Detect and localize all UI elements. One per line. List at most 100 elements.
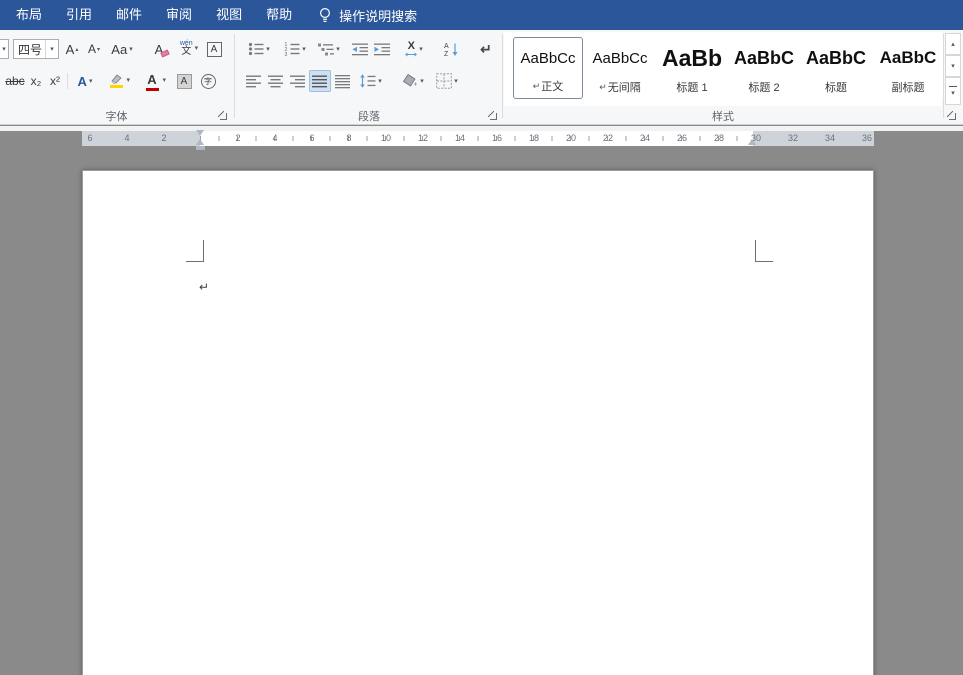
tab-layout[interactable]: 布局: [4, 0, 54, 30]
svg-text:3: 3: [285, 52, 288, 57]
ruler-left-margin: [82, 131, 200, 146]
chevron-down-icon: ▾: [266, 46, 270, 53]
subscript-button[interactable]: x₂: [27, 70, 45, 92]
word-window: 布局 引用 邮件 审阅 视图 帮助 操作说明搜索 ▾ 四号 ▾: [0, 0, 963, 675]
show-hide-marks-button[interactable]: ↵: [476, 38, 496, 60]
paragraph-group-label: 段落: [236, 108, 502, 124]
distribute-button[interactable]: [333, 70, 353, 92]
clear-formatting-button[interactable]: A: [148, 38, 170, 60]
paragraph-mark-icon: ↵: [599, 82, 607, 93]
change-case-button[interactable]: Aa ▾: [106, 38, 138, 60]
tell-me-search[interactable]: 操作说明搜索: [318, 6, 417, 25]
style-heading-1[interactable]: AaBb 标题 1: [657, 37, 727, 99]
align-right-icon: [290, 73, 306, 89]
justify-button[interactable]: [309, 70, 331, 92]
right-indent-marker[interactable]: [748, 139, 756, 145]
style-title[interactable]: AaBbC 标题: [801, 37, 871, 99]
justify-icon: [312, 73, 328, 89]
left-indent-marker[interactable]: [196, 146, 205, 150]
multilevel-list-button[interactable]: ▾: [314, 38, 344, 60]
character-shading-button[interactable]: A: [174, 70, 194, 92]
chevron-down-icon: ▾: [129, 46, 133, 53]
bullets-button[interactable]: ▾: [244, 38, 274, 60]
styles-dialog-launcher[interactable]: [946, 110, 957, 121]
chevron-down-icon: ▾: [45, 40, 58, 58]
highlighter-pen-icon: [109, 74, 123, 84]
tab-mailings[interactable]: 邮件: [104, 0, 154, 30]
character-border-button[interactable]: A: [204, 38, 224, 60]
shading-button[interactable]: ▾: [398, 70, 428, 92]
tab-references[interactable]: 引用: [54, 0, 104, 30]
highlight-color-button[interactable]: ▾: [102, 70, 130, 92]
lightbulb-icon: [318, 7, 332, 24]
ruler-number: 28: [711, 133, 727, 143]
ruler-number: 16: [489, 133, 505, 143]
decrease-indent-button[interactable]: [350, 38, 370, 60]
font-size-combo[interactable]: 四号 ▾: [13, 39, 59, 59]
font-name-combo-partial[interactable]: ▾: [0, 39, 9, 59]
group-separator: [234, 34, 235, 118]
tab-help[interactable]: 帮助: [254, 0, 304, 30]
font-color-button[interactable]: A ▾: [138, 70, 166, 92]
ruler-number: 4: [119, 133, 135, 143]
styles-scroll-up-button[interactable]: ▴: [945, 33, 961, 55]
phonetic-guide-button[interactable]: wén 文 ▾: [176, 37, 202, 59]
ruler-number: 4: [267, 133, 283, 143]
paragraph-dialog-launcher[interactable]: [487, 110, 498, 121]
ribbon-tab-bar: 布局 引用 邮件 审阅 视图 帮助 操作说明搜索: [0, 0, 963, 30]
ruler-number: 12: [415, 133, 431, 143]
chevron-down-icon: ▾: [89, 78, 93, 85]
chevron-down-icon: ▾: [195, 45, 199, 52]
ruler-number: 6: [82, 133, 98, 143]
caret-up-icon: ▴: [951, 40, 955, 48]
sort-az-icon: A Z: [443, 41, 459, 57]
numbered-list-icon: 1 2 3: [284, 41, 300, 57]
font-size-value: 四号: [18, 41, 42, 58]
borders-grid-icon: [436, 73, 452, 89]
ruler-number: 32: [785, 133, 801, 143]
phonetic-guide-icon: wén 文: [180, 40, 193, 57]
asian-layout-icon: X: [405, 41, 417, 57]
styles-scroll-down-button[interactable]: ▾: [945, 55, 961, 77]
enclose-characters-button[interactable]: 字: [198, 70, 218, 92]
separator: [67, 73, 68, 89]
styles-more-button[interactable]: ▾: [945, 77, 961, 105]
font-dialog-launcher[interactable]: [217, 110, 228, 121]
multilevel-list-icon: [318, 41, 334, 57]
borders-button[interactable]: ▾: [432, 70, 462, 92]
grow-font-button[interactable]: A ▴: [62, 38, 82, 60]
strikethrough-button[interactable]: abc: [3, 70, 27, 92]
ribbon: ▾ 四号 ▾ A ▴ A ▾ Aa ▾ A wén 文: [0, 30, 963, 125]
ruler-number: 14: [452, 133, 468, 143]
shrink-font-button[interactable]: A ▾: [84, 38, 104, 60]
group-separator: [943, 34, 944, 118]
sort-button[interactable]: A Z: [440, 38, 462, 60]
chevron-down-icon: ▾: [378, 78, 382, 85]
style-heading-2[interactable]: AaBbC 标题 2: [729, 37, 799, 99]
line-spacing-button[interactable]: ▾: [356, 70, 386, 92]
first-line-indent-marker[interactable]: [196, 130, 204, 136]
ruler-number: 6: [304, 133, 320, 143]
align-center-icon: [268, 73, 284, 89]
style-normal[interactable]: AaBbCc ↵ 正文: [513, 37, 583, 99]
style-no-spacing[interactable]: AaBbCc ↵ 无间隔: [585, 37, 655, 99]
align-center-button[interactable]: [266, 70, 286, 92]
highlight-color-bar: [110, 85, 123, 88]
align-right-button[interactable]: [288, 70, 308, 92]
numbering-button[interactable]: 1 2 3 ▾: [280, 38, 310, 60]
tab-review[interactable]: 审阅: [154, 0, 204, 30]
align-left-button[interactable]: [244, 70, 264, 92]
ruler-number: 2: [230, 133, 246, 143]
text-effects-button[interactable]: A ▾: [72, 70, 98, 92]
asian-layout-button[interactable]: X ▾: [398, 38, 430, 60]
increase-indent-button[interactable]: [372, 38, 392, 60]
style-subtitle[interactable]: AaBbC 副标题: [873, 37, 943, 99]
superscript-button[interactable]: x²: [46, 70, 64, 92]
caret-up-icon: ▴: [75, 46, 78, 53]
chevron-down-icon: ▾: [420, 78, 424, 85]
svg-text:Z: Z: [444, 51, 449, 57]
hanging-indent-marker[interactable]: [196, 139, 204, 145]
tab-view[interactable]: 视图: [204, 0, 254, 30]
chevron-down-icon: ▾: [0, 40, 8, 58]
caret-down-icon: ▾: [97, 46, 100, 53]
